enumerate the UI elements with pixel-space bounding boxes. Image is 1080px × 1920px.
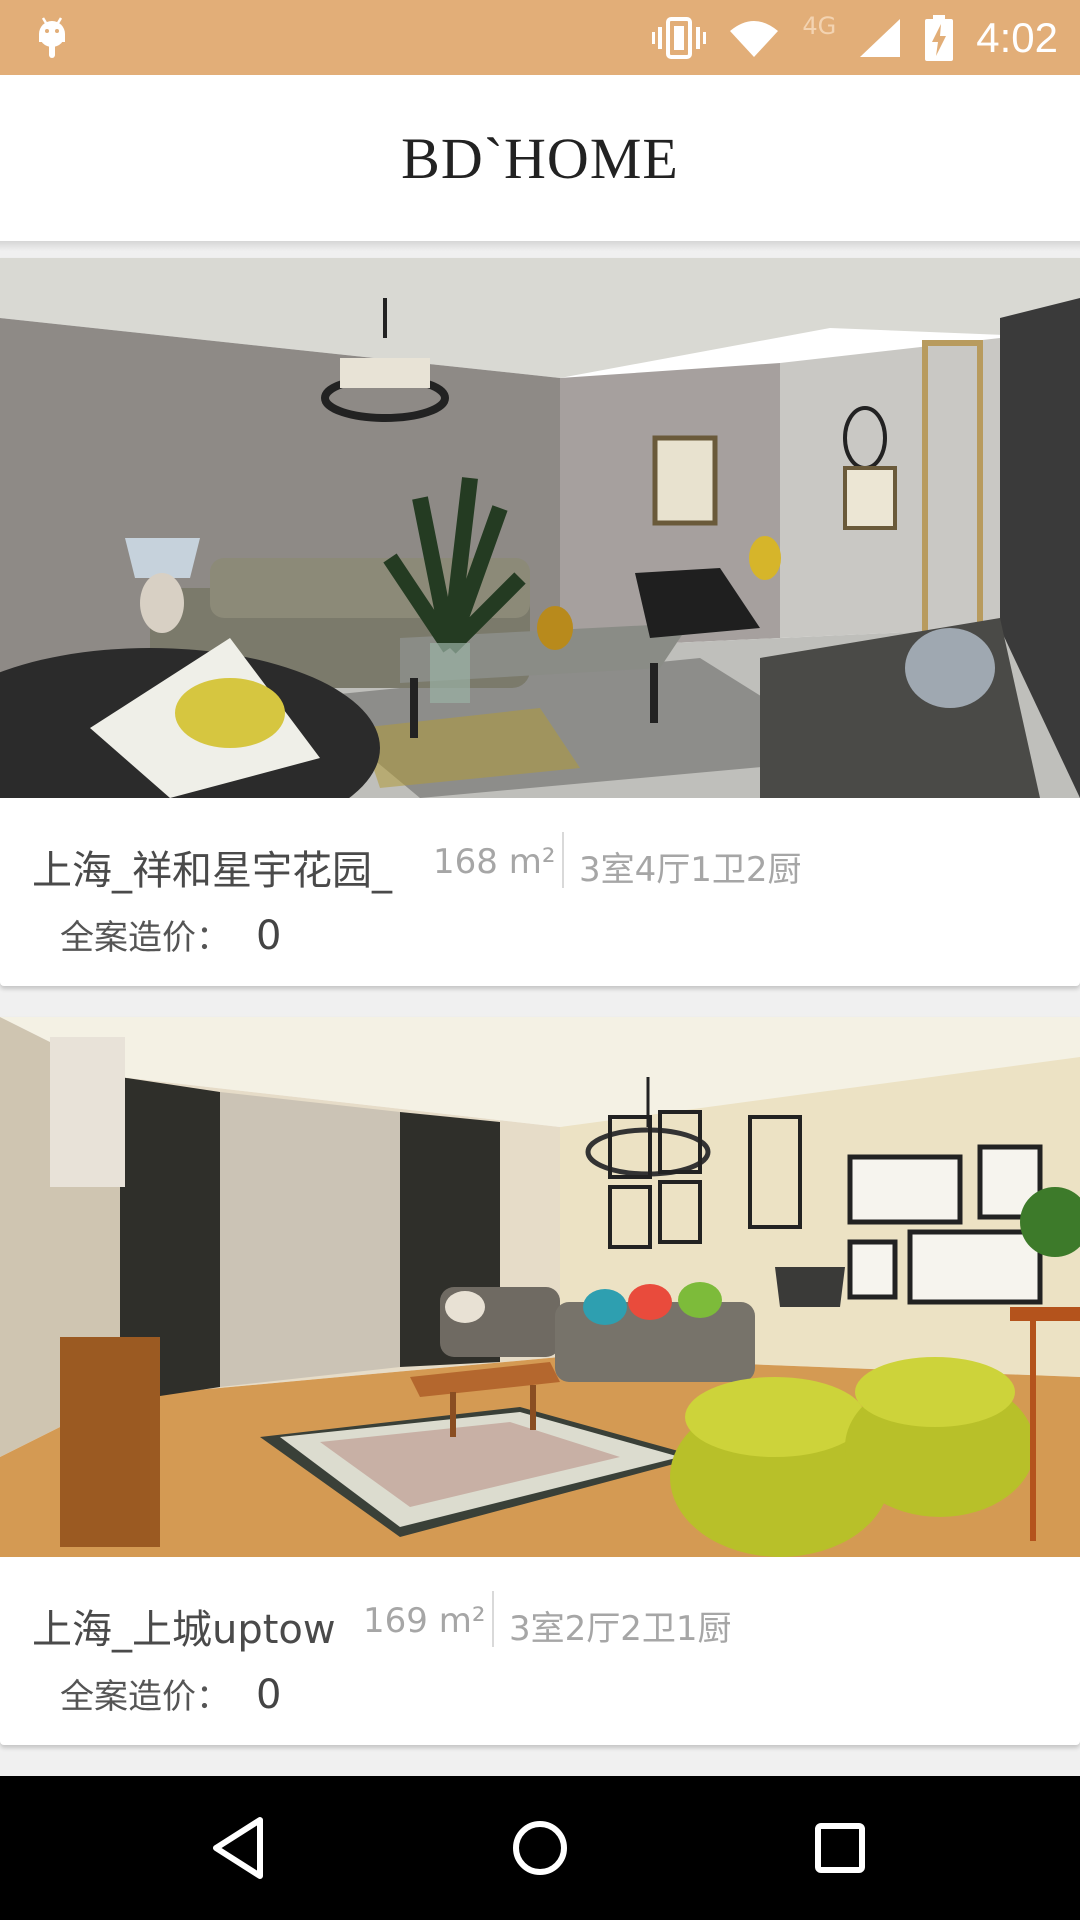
listing-area: 168 m² [433,842,556,882]
navigation-bar [0,1776,1080,1920]
price-value: 0 [256,1672,282,1718]
listing-info: 上海_上城uptow 169 m² 3室2厅2卫1厨 全案造价： 0 [0,1557,1080,1745]
home-icon[interactable] [504,1812,576,1884]
signal-icon [860,18,901,57]
battery-charging-icon [925,14,954,61]
divider [492,1591,494,1647]
living-room-yellow-chairs-photo [0,1017,1080,1557]
listing-card[interactable]: 上海_祥和星宇花园_ 168 m² 3室4厅1卫2厨 全案造价： 0 [0,258,1080,986]
back-icon[interactable] [204,1812,276,1884]
listing-title: 上海_祥和星宇花园_ [32,848,392,894]
clock: 4:02 [976,13,1058,61]
android-icon [39,17,65,58]
listing-layout: 3室4厅1卫2厨 [579,850,802,890]
divider [562,832,564,888]
price-row: 全案造价： 0 [60,910,281,959]
listing-layout: 3室2厅2卫1厨 [509,1609,732,1649]
wifi-icon [730,20,779,57]
price-label: 全案造价： [60,1677,230,1717]
app-title: BD`HOME [401,125,679,191]
listing-info: 上海_祥和星宇花园_ 168 m² 3室4厅1卫2厨 全案造价： 0 [0,798,1080,986]
listing-card[interactable]: 上海_上城uptow 169 m² 3室2厅2卫1厨 全案造价： 0 [0,1017,1080,1745]
status-bar: 4G 4:02 [0,0,1080,75]
status-icons: 4G 4:02 [652,0,1058,75]
listing-title: 上海_上城uptow [32,1607,336,1653]
price-label: 全案造价： [60,918,230,958]
network-type: 4G [802,11,837,40]
recent-apps-icon[interactable] [804,1812,876,1884]
living-room-gray-walls-photo [0,258,1080,798]
header-shadow [0,241,1080,251]
listing-area: 169 m² [363,1601,486,1641]
vibrate-icon [652,16,707,59]
price-row: 全案造价： 0 [60,1669,281,1718]
app-header: BD`HOME [0,75,1080,242]
price-value: 0 [256,913,282,959]
